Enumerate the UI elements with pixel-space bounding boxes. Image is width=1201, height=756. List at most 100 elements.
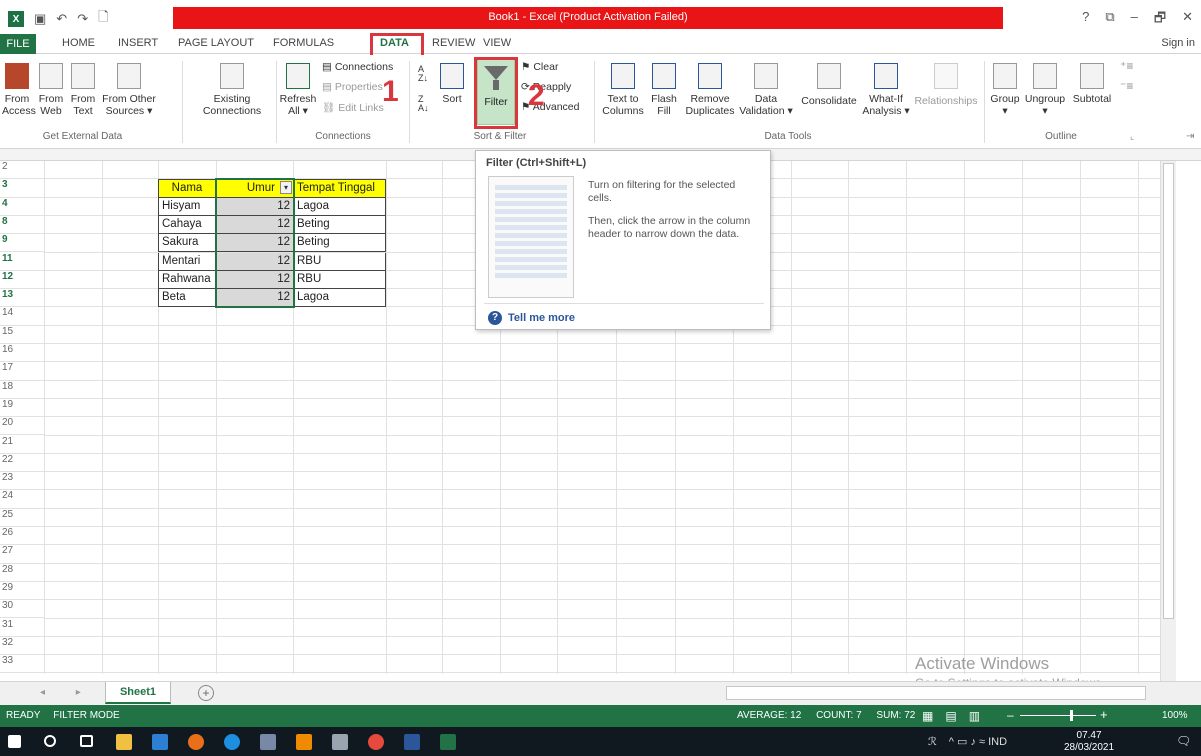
tab-home[interactable]: HOME <box>62 37 95 49</box>
row-header[interactable]: 12 <box>0 270 44 290</box>
table-cell[interactable]: Lagoa <box>293 289 386 308</box>
app-icon[interactable] <box>260 734 276 750</box>
sheet-nav-arrows[interactable]: ◂ ▸ <box>40 687 95 698</box>
from-other-sources-button[interactable]: From Other Sources ▾ <box>98 63 160 117</box>
row-header[interactable]: 28 <box>0 563 44 582</box>
save-icon[interactable]: ▣ <box>34 11 46 27</box>
store-icon[interactable] <box>116 734 132 750</box>
remove-duplicates-button[interactable]: Remove Duplicates <box>682 63 738 117</box>
table-cell[interactable]: Beta <box>158 289 216 308</box>
tab-file[interactable]: FILE <box>0 34 36 54</box>
table-cell[interactable]: RBU <box>293 270 386 290</box>
vertical-scrollbar[interactable] <box>1160 161 1176 681</box>
page-layout-view-icon[interactable]: ▤ <box>945 709 956 723</box>
row-header[interactable]: 18 <box>0 380 44 399</box>
people-icon[interactable]: ℛ <box>928 735 937 748</box>
tab-insert[interactable]: INSERT <box>118 37 158 49</box>
table-cell[interactable]: RBU <box>293 252 386 271</box>
add-sheet-icon[interactable]: + <box>198 685 214 701</box>
page-break-view-icon[interactable]: ▥ <box>969 709 980 723</box>
file-explorer-icon[interactable] <box>152 734 168 750</box>
show-detail-icon[interactable]: ⁺≡ <box>1120 59 1133 73</box>
what-if-analysis-button[interactable]: What-If Analysis ▾ <box>862 63 910 117</box>
row-header[interactable]: 29 <box>0 581 44 601</box>
table-cell[interactable]: Rahwana <box>158 270 216 290</box>
help-icon[interactable]: ? <box>1082 9 1089 31</box>
tab-page-layout[interactable]: PAGE LAYOUT <box>178 37 254 49</box>
redo-icon[interactable]: ↷ <box>77 11 88 27</box>
row-header[interactable]: 3 <box>0 179 44 198</box>
table-cell[interactable]: Cahaya <box>158 215 216 235</box>
from-text-button[interactable]: From Text <box>68 63 98 117</box>
clear-button[interactable]: ⚑ Clear <box>521 61 558 73</box>
zoom-slider[interactable] <box>1020 715 1096 716</box>
tab-view[interactable]: VIEW <box>483 37 511 49</box>
subtotal-button[interactable]: Subtotal <box>1068 63 1116 105</box>
word-icon[interactable] <box>404 734 420 750</box>
row-header[interactable]: 17 <box>0 362 44 381</box>
zoom-slider-knob[interactable] <box>1070 710 1073 721</box>
row-header[interactable]: 24 <box>0 490 44 509</box>
header-cell[interactable]: Tempat Tinggal <box>293 179 386 198</box>
horizontal-scrollbar[interactable] <box>726 686 1146 700</box>
excel-taskbar-icon[interactable] <box>440 734 456 750</box>
data-validation-button[interactable]: Data Validation ▾ <box>738 63 794 117</box>
relationships-button[interactable]: Relationships <box>912 63 980 107</box>
tray-icons[interactable]: ^ ▭ ♪ ≈ IND <box>949 735 1007 748</box>
row-header[interactable]: 2 <box>0 161 44 180</box>
dialog-launcher-icon[interactable]: ⌞ <box>1130 131 1134 142</box>
row-header[interactable]: 26 <box>0 527 44 546</box>
firefox-icon[interactable] <box>188 734 204 750</box>
ungroup-button[interactable]: Ungroup ▾ <box>1022 63 1068 117</box>
row-header[interactable]: 19 <box>0 398 44 418</box>
text-to-columns-button[interactable]: Text to Columns <box>600 63 646 117</box>
row-header[interactable]: 30 <box>0 600 44 619</box>
notifications-icon[interactable]: 🗨 <box>1176 734 1191 748</box>
sort-za-icon[interactable]: Z A↓ <box>418 95 429 113</box>
table-cell[interactable]: Sakura <box>158 234 216 253</box>
refresh-all-button[interactable]: Refresh All ▾ <box>278 63 318 117</box>
row-header[interactable]: 13 <box>0 289 44 308</box>
sign-in-link[interactable]: Sign in <box>1161 37 1195 49</box>
flash-fill-button[interactable]: Flash Fill <box>648 63 680 117</box>
new-file-icon[interactable]: 🗋 <box>98 8 108 30</box>
maximize-icon[interactable]: 🗗 <box>1154 9 1166 31</box>
windows-start-icon[interactable] <box>8 735 21 748</box>
normal-view-icon[interactable]: ▦ <box>922 709 933 723</box>
tool-icon[interactable] <box>332 734 348 750</box>
table-cell[interactable]: Hisyam <box>158 197 216 216</box>
row-header[interactable]: 31 <box>0 618 44 637</box>
edit-links-button[interactable]: ⛓ Edit Links <box>322 101 384 114</box>
row-header[interactable]: 23 <box>0 472 44 491</box>
row-header[interactable]: 21 <box>0 435 44 454</box>
table-cell[interactable]: Beting <box>293 234 386 253</box>
table-cell[interactable]: Lagoa <box>293 197 386 216</box>
row-header[interactable]: 16 <box>0 344 44 363</box>
hide-detail-icon[interactable]: ⁻≡ <box>1120 79 1133 93</box>
from-access-button[interactable]: From Access <box>2 63 36 117</box>
consolidate-button[interactable]: Consolidate <box>798 63 860 107</box>
tab-review[interactable]: REVIEW <box>432 37 475 49</box>
row-header[interactable]: 4 <box>0 197 44 216</box>
row-header[interactable]: 14 <box>0 307 44 326</box>
connections-button[interactable]: ▤ Connections <box>322 61 393 73</box>
taskbar-clock[interactable]: 07.47 28/03/2021 <box>1064 730 1114 754</box>
sort-button[interactable]: Sort <box>436 63 468 105</box>
collapse-ribbon-icon[interactable]: ⇥ <box>1186 131 1194 142</box>
row-header[interactable]: 9 <box>0 234 44 253</box>
from-web-button[interactable]: From Web <box>36 63 66 117</box>
task-view-icon[interactable] <box>80 735 93 747</box>
zoom-in-icon[interactable]: + <box>1100 707 1108 722</box>
row-header[interactable]: 32 <box>0 636 44 656</box>
tell-me-more-link[interactable]: ? Tell me more <box>488 311 575 325</box>
table-cell[interactable]: Beting <box>293 215 386 235</box>
row-header[interactable]: 20 <box>0 417 44 436</box>
row-header[interactable]: 11 <box>0 252 44 271</box>
row-header[interactable]: 22 <box>0 453 44 473</box>
row-header[interactable]: 15 <box>0 325 44 344</box>
close-icon[interactable]: ✕ <box>1182 9 1193 31</box>
tab-formulas[interactable]: FORMULAS <box>273 37 334 49</box>
existing-connections-button[interactable]: Existing Connections <box>192 63 272 117</box>
vlc-icon[interactable] <box>296 734 312 750</box>
chrome-icon[interactable] <box>368 734 384 750</box>
